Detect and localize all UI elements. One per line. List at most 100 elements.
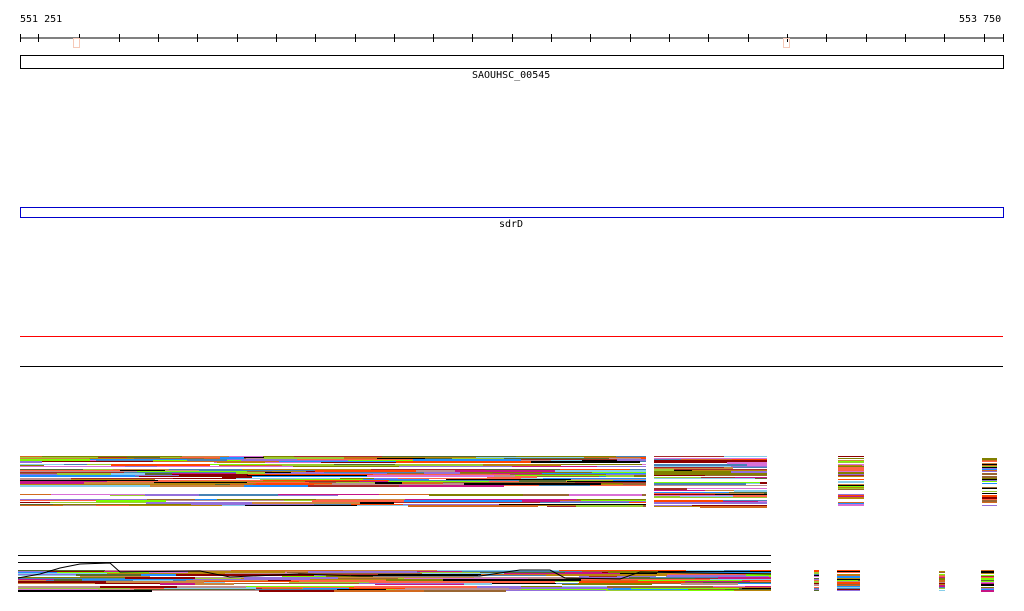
alignment-segment [576,505,643,507]
alignment-segment [340,478,374,479]
alignment-segment [629,502,646,503]
alignment-segment [718,577,771,579]
gene-label-sdrd: sdrD [499,219,524,230]
alignment-segment [334,464,395,465]
alignment-segment [981,578,994,580]
alignment-segment [199,470,315,471]
alignment-segment [20,473,57,474]
alignment-segment [560,469,630,470]
alignment-segment [982,478,997,479]
alignment-segment [20,457,98,458]
alignment-segment [981,576,994,577]
alignment-segment [398,478,521,479]
alignment-segment [654,505,692,506]
alignment-segment [476,457,584,458]
alignment-segment [157,466,293,467]
alignment-segment [681,583,738,585]
alignment-segment [613,480,646,481]
alignment-segment [195,583,234,585]
alignment-segment [982,493,997,494]
alignment-segment [982,461,997,462]
alignment-segment [654,462,727,463]
alignment-segment [90,459,187,460]
alignment-segment [654,464,747,466]
alignment-segment [343,570,437,571]
alignment-segment [747,464,767,466]
alignment-segment [758,501,767,502]
alignment-segment [640,457,646,458]
alignment-segment [18,571,47,572]
alignment-segment [578,583,652,585]
alignment-segment [731,471,767,473]
alignment-segment [338,577,474,578]
alignment-segment [234,583,359,584]
alignment-segment [18,580,46,581]
alignment-segment [76,574,141,576]
alignment-segment [838,460,864,461]
alignment-segment [982,473,997,475]
alignment-segment [404,578,528,579]
alignment-segment [204,581,299,582]
alignment-segment [837,574,860,575]
alignment-segment [620,573,657,574]
alignment-segment [404,500,522,502]
alignment-segment [561,464,642,465]
alignment-segment [982,471,997,472]
alignment-segment [195,499,217,500]
alignment-segment [252,502,360,504]
alignment-segment [154,482,247,483]
alignment-segment [543,478,646,479]
alignment-segment [278,494,379,495]
alignment-segment [244,577,338,579]
alignment-segment [272,471,306,472]
alignment-segment [359,583,464,584]
alignment-segment [710,579,771,580]
alignment-segment [135,475,179,476]
alignment-segment [63,505,96,506]
alignment-segment [145,473,172,475]
alignment-segment [336,482,375,483]
alignment-segment [642,464,646,465]
alignment-segment [939,585,945,587]
alignment-segment [837,580,858,581]
gene-box-sdrd[interactable] [20,207,1004,218]
alignment-segment [764,492,767,494]
alignment-segment [838,471,864,472]
alignment-segment [982,505,997,506]
alignment-segment [18,579,54,580]
alignment-segment [540,502,629,503]
position-marker [783,38,790,48]
alignment-segment [509,587,613,589]
alignment-segment [692,470,767,471]
alignment-segment [460,472,592,473]
alignment-segment [838,458,864,459]
gene-box-saouhsc-00545[interactable] [20,55,1004,69]
alignment-segment [367,475,494,477]
position-marker [73,38,80,48]
alignment-segment [427,581,555,583]
alignment-segment [837,581,860,582]
alignment-segment [982,463,997,464]
alignment-segment [654,490,705,491]
alignment-segment [982,487,997,488]
alignment-segment [981,575,994,576]
alignment-segment [981,571,994,573]
alignment-segment [173,478,236,479]
alignment-segment [838,464,862,465]
alignment-segment [236,472,265,474]
alignment-segment [939,574,945,575]
alignment-segment [566,480,613,481]
alignment-segment [814,574,819,575]
alignment-segment [54,579,82,581]
alignment-segment [650,577,718,578]
alignment-segment [429,494,523,496]
alignment-segment [399,466,512,467]
alignment-segment [581,579,710,580]
genome-view [17,34,1004,592]
alignment-segment [814,589,819,590]
alignment-segment [180,457,220,458]
gene-label-saouhsc-00545: SAOUHSC_00545 [472,70,551,81]
alignment-segment [555,581,579,582]
alignment-segment [654,459,681,460]
alignment-segment [20,466,125,467]
